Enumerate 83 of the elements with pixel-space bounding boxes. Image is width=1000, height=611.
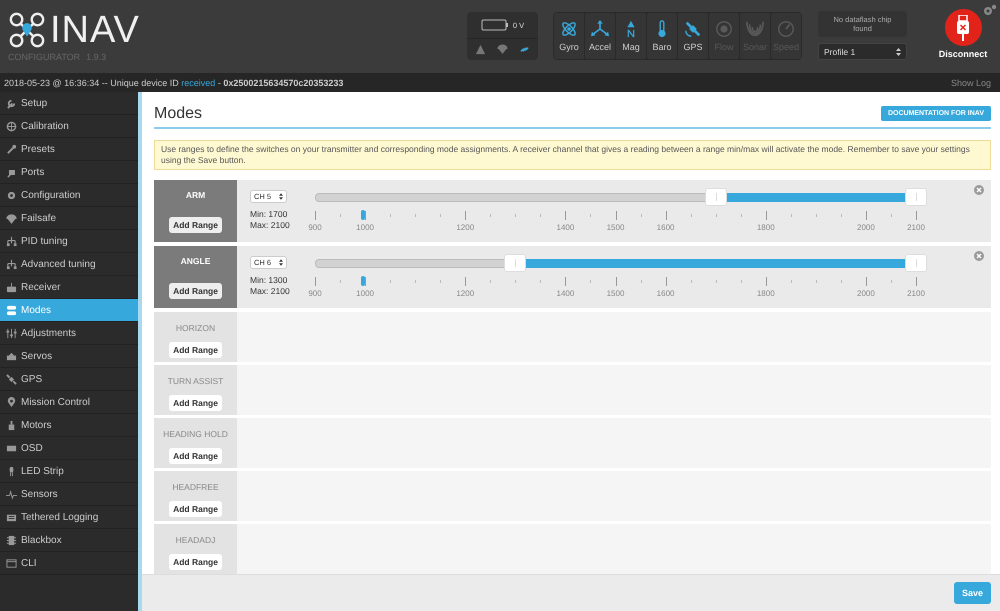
target-icon: [6, 120, 17, 132]
settings-icon[interactable]: [983, 4, 997, 16]
sonar-icon: [746, 20, 764, 38]
tick-label: 1800: [756, 289, 775, 298]
range-handle[interactable]: [504, 254, 526, 272]
tick-label: 1400: [556, 289, 574, 298]
parachute-icon: [497, 44, 508, 55]
range-handle[interactable]: [905, 254, 927, 272]
tick-label: 2000: [857, 223, 875, 232]
flow-icon: [715, 20, 733, 38]
disconnect-button[interactable]: Disconnect: [928, 9, 998, 73]
mode-name: HEADING HOLD: [163, 429, 228, 439]
profile-select[interactable]: Profile 1: [818, 43, 907, 60]
add-range-button[interactable]: Add Range: [169, 448, 222, 464]
tick-label: 900: [308, 289, 322, 298]
tick-label: 1500: [606, 289, 624, 298]
tick-label: 2100: [907, 223, 925, 232]
motor-icon: [6, 420, 17, 430]
tick-label: 1200: [456, 223, 474, 232]
mode-name: ANGLE: [180, 256, 210, 266]
log-message: 2018-05-23 @ 16:36:34 -- Unique device ID received - 0x2500215634570c20353233: [4, 78, 344, 88]
tick-label: 1600: [656, 223, 674, 232]
mode-name: HEADFREE: [172, 482, 219, 492]
gear-icon: [6, 190, 17, 200]
tick-label: 1500: [606, 223, 624, 232]
app-logo-text: INAV: [50, 10, 140, 50]
mode-name: ARM: [186, 190, 206, 200]
info-note: Use ranges to define the switches on your transmitter and corresponding mode assignments. A receiver channel that gives a reading between a range min/max will activate the mode. Remember to save your settings using the Save button.: [154, 140, 991, 170]
sensor-label: Mag: [622, 42, 640, 52]
range-min: Min: 1700: [250, 209, 288, 220]
toggle-icon: [6, 304, 17, 316]
mode-name: HORIZON: [176, 323, 216, 333]
range-handle[interactable]: [905, 188, 927, 206]
tick-label: 2000: [857, 289, 875, 298]
select-arrows-icon: [896, 48, 901, 56]
sensor-label: Baro: [652, 42, 672, 52]
remove-icon[interactable]: [974, 185, 984, 195]
battery-icon: [480, 19, 509, 31]
tick-label: 1000: [356, 289, 374, 298]
tick-label: 900: [308, 223, 322, 232]
add-range-button[interactable]: Add Range: [169, 283, 222, 299]
range-handle[interactable]: [704, 188, 727, 206]
show-log-link[interactable]: Show Log: [950, 78, 991, 88]
tick-label: 1400: [556, 223, 574, 232]
tick-label: 1800: [756, 223, 775, 232]
wand-icon: [6, 144, 17, 154]
mode-name: HEADADJ: [176, 535, 216, 545]
speed-icon: [777, 20, 795, 38]
usb-icon: [956, 14, 970, 40]
gyro-icon: [560, 20, 578, 38]
tree-icon: [6, 258, 17, 270]
tick-label: 2100: [907, 289, 925, 298]
accel-icon: [591, 20, 609, 38]
add-range-button[interactable]: Add Range: [169, 554, 222, 570]
terminal-icon: [6, 558, 17, 568]
sensor-label: Accel: [588, 42, 611, 52]
add-range-button[interactable]: Add Range: [169, 342, 222, 358]
tick-label: 1600: [656, 289, 674, 298]
add-range-button[interactable]: Add Range: [169, 395, 222, 411]
parachute-icon: [6, 212, 17, 224]
select-arrows-icon: [279, 259, 283, 266]
sensor-label: Gyro: [559, 42, 579, 52]
range-min: Min: 1300: [250, 275, 288, 286]
tick-label: 1000: [356, 223, 374, 232]
select-arrows-icon: [279, 193, 283, 200]
pin-icon: [6, 396, 17, 408]
add-range-button[interactable]: Add Range: [169, 501, 222, 517]
sliders-icon: [6, 328, 17, 338]
sensor-label: GPS: [683, 42, 702, 52]
tick-label: 1200: [456, 289, 474, 298]
add-range-button[interactable]: Add Range: [169, 217, 222, 233]
wrench-icon: [6, 98, 17, 108]
quadcopter-logo-icon: [8, 11, 46, 49]
remove-icon[interactable]: [974, 251, 984, 261]
warning-icon: [475, 44, 486, 55]
tree-icon: [6, 236, 17, 246]
gps-icon: [684, 20, 702, 38]
mode-name: TURN ASSIST: [168, 376, 224, 386]
page-title: Modes: [154, 105, 202, 123]
satellite-icon: [6, 374, 17, 384]
radio-icon: [6, 282, 17, 292]
servo-icon: [6, 350, 17, 362]
pulse-icon: [6, 488, 17, 500]
